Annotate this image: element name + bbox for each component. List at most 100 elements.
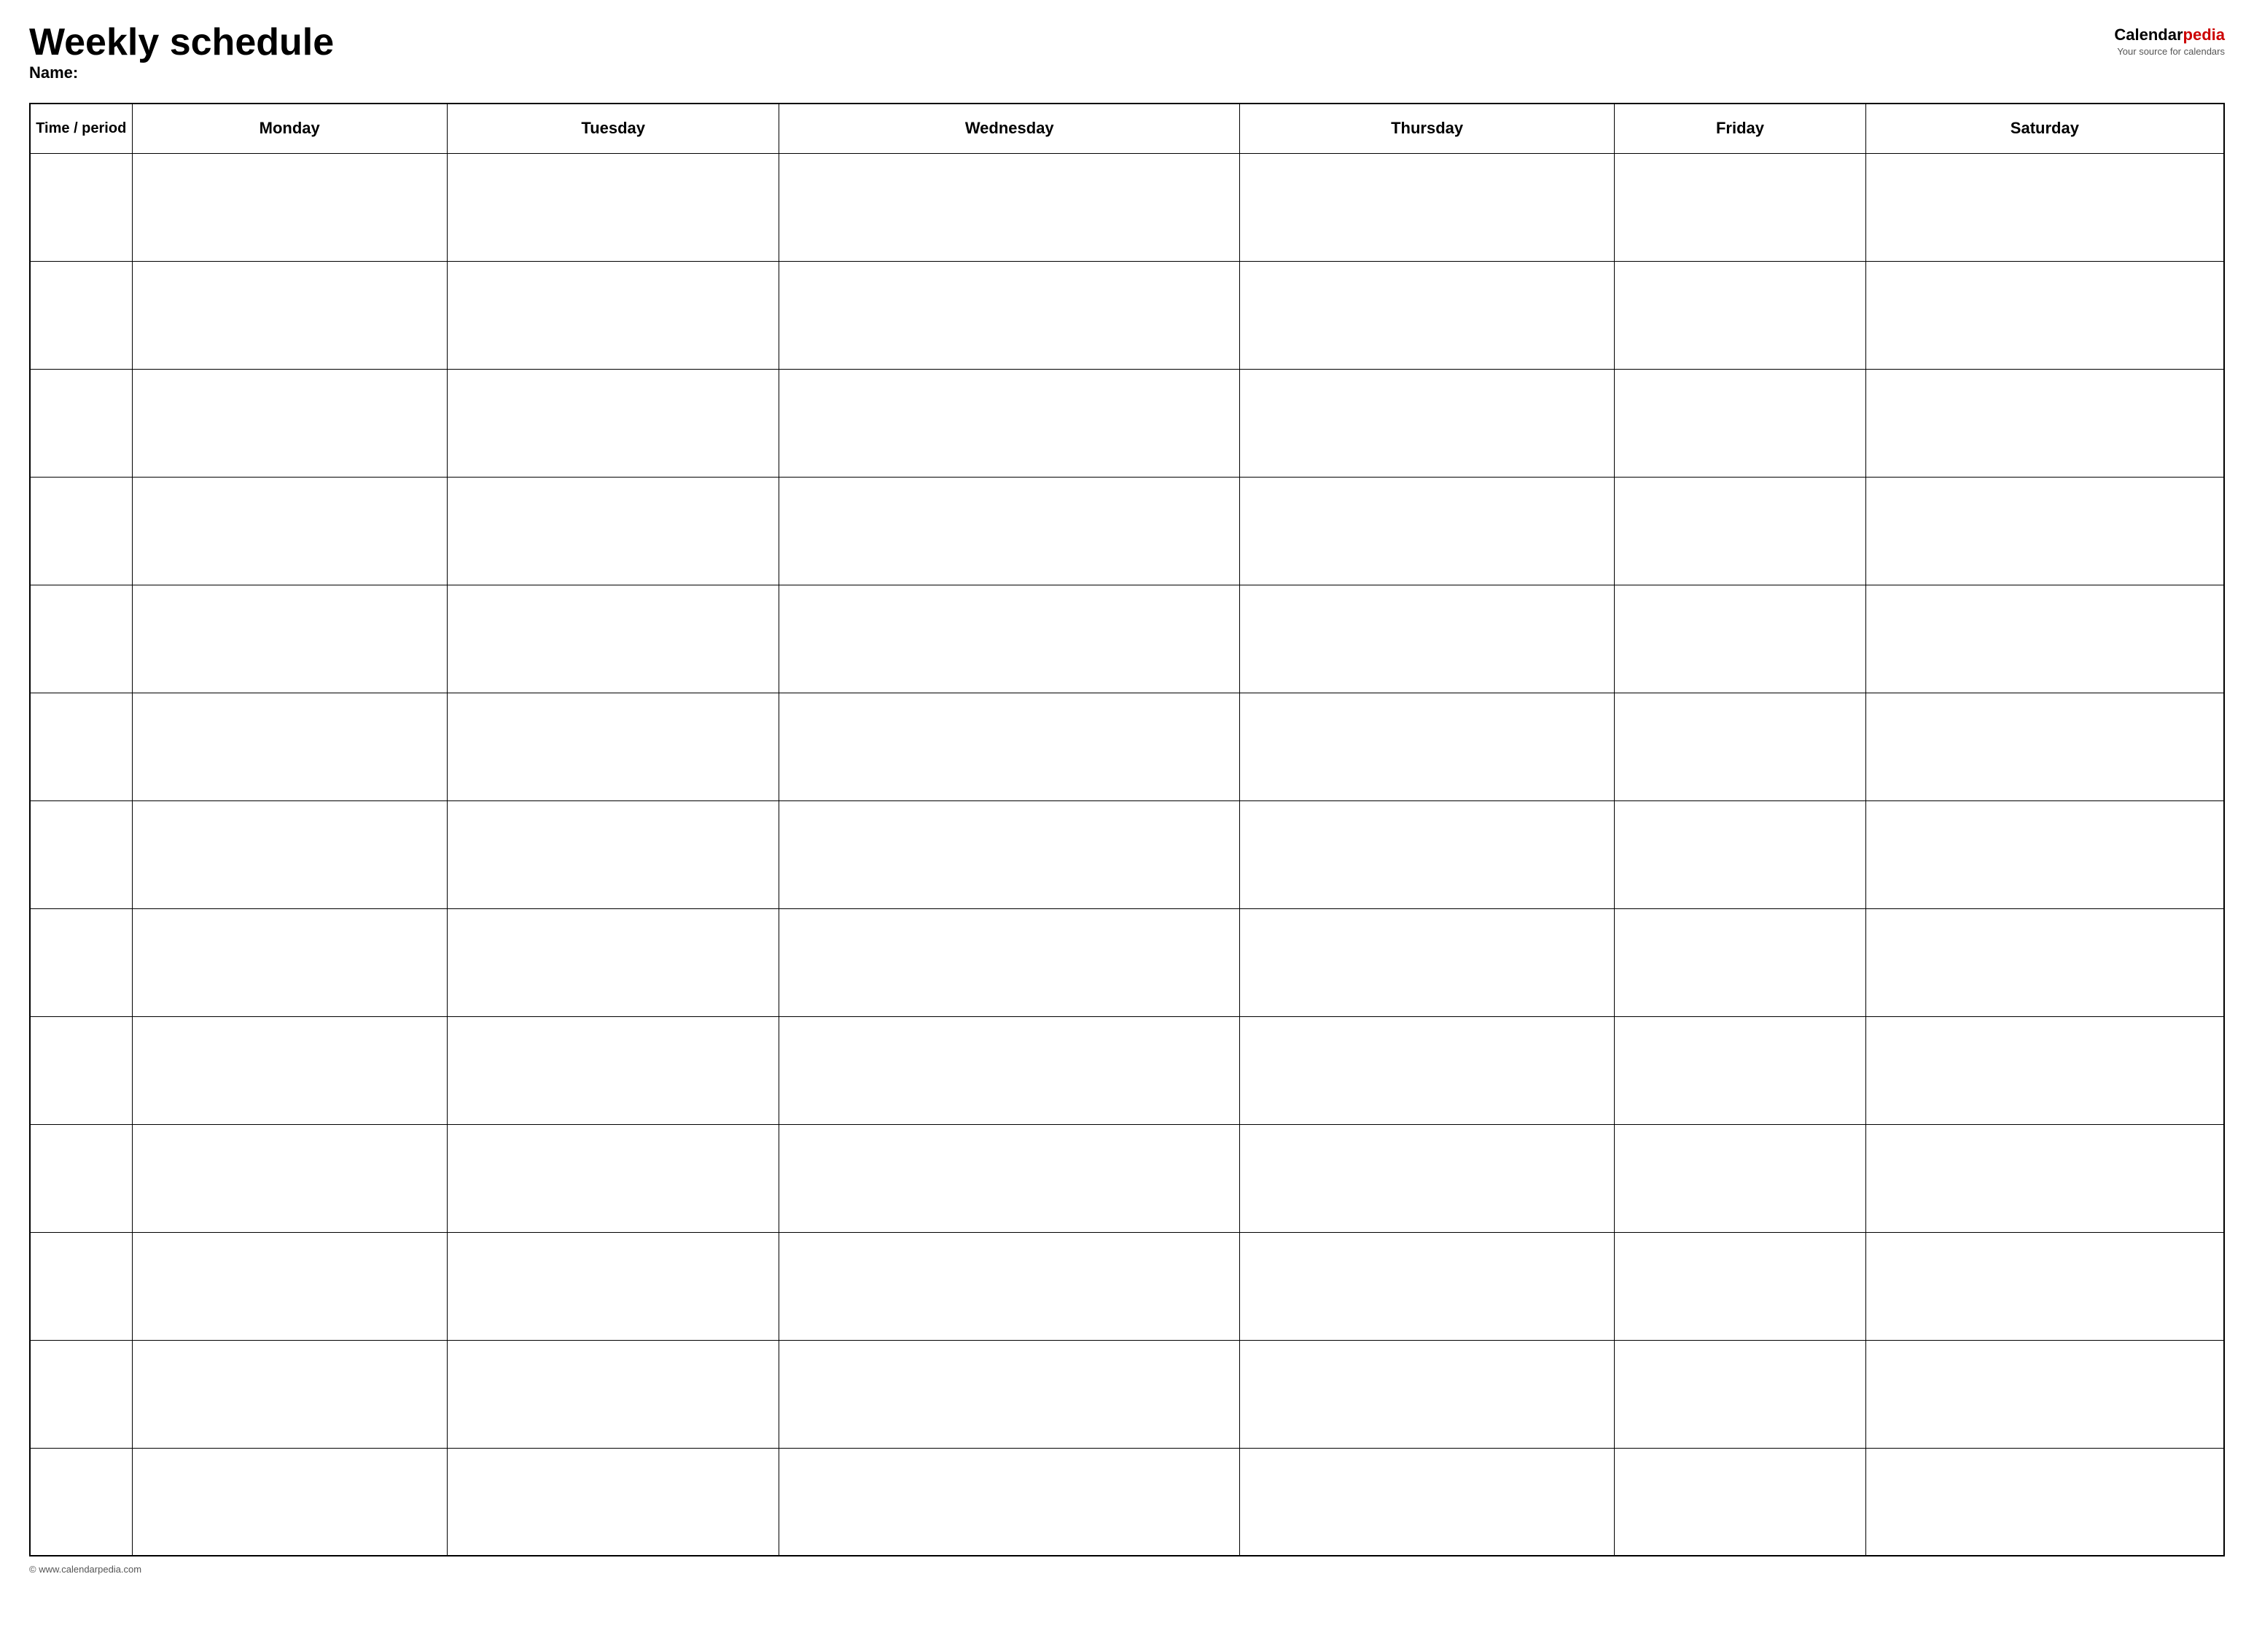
table-cell[interactable]: [779, 693, 1240, 800]
table-cell[interactable]: [447, 585, 779, 693]
table-cell[interactable]: [447, 477, 779, 585]
table-cell[interactable]: [1615, 1016, 1866, 1124]
table-cell[interactable]: [1865, 908, 2224, 1016]
table-cell[interactable]: [132, 1340, 447, 1448]
table-cell[interactable]: [132, 1016, 447, 1124]
table-cell[interactable]: [1615, 800, 1866, 908]
table-cell[interactable]: [1865, 585, 2224, 693]
table-cell[interactable]: [447, 693, 779, 800]
col-header-monday: Monday: [132, 104, 447, 153]
table-cell[interactable]: [779, 585, 1240, 693]
table-row: [30, 1448, 2224, 1556]
table-cell[interactable]: [447, 369, 779, 477]
table-cell[interactable]: [1615, 1448, 1866, 1556]
logo: Calendarpedia Your source for calendars: [2114, 26, 2225, 57]
table-row: [30, 261, 2224, 369]
table-cell[interactable]: [30, 261, 132, 369]
table-cell[interactable]: [30, 800, 132, 908]
table-cell[interactable]: [30, 1340, 132, 1448]
table-row: [30, 1124, 2224, 1232]
table-cell[interactable]: [1615, 261, 1866, 369]
table-cell[interactable]: [779, 1340, 1240, 1448]
table-cell[interactable]: [1615, 369, 1866, 477]
col-header-friday: Friday: [1615, 104, 1866, 153]
table-cell[interactable]: [447, 261, 779, 369]
table-cell[interactable]: [132, 261, 447, 369]
table-cell[interactable]: [447, 1232, 779, 1340]
table-cell[interactable]: [447, 1448, 779, 1556]
table-cell[interactable]: [779, 908, 1240, 1016]
table-cell[interactable]: [1615, 1232, 1866, 1340]
table-cell[interactable]: [30, 369, 132, 477]
table-cell[interactable]: [1615, 908, 1866, 1016]
table-cell[interactable]: [1240, 1232, 1615, 1340]
table-cell[interactable]: [447, 1016, 779, 1124]
table-cell[interactable]: [1240, 369, 1615, 477]
table-cell[interactable]: [1240, 1016, 1615, 1124]
table-cell[interactable]: [132, 369, 447, 477]
table-cell[interactable]: [1865, 1340, 2224, 1448]
table-cell[interactable]: [447, 908, 779, 1016]
table-cell[interactable]: [1615, 153, 1866, 261]
table-cell[interactable]: [1240, 1448, 1615, 1556]
table-cell[interactable]: [1865, 153, 2224, 261]
table-cell[interactable]: [132, 908, 447, 1016]
table-cell[interactable]: [447, 800, 779, 908]
table-cell[interactable]: [779, 1016, 1240, 1124]
table-cell[interactable]: [1865, 1016, 2224, 1124]
table-cell[interactable]: [1865, 1232, 2224, 1340]
table-cell[interactable]: [30, 1448, 132, 1556]
table-cell[interactable]: [1865, 477, 2224, 585]
table-cell[interactable]: [779, 800, 1240, 908]
table-cell[interactable]: [1240, 477, 1615, 585]
table-cell[interactable]: [1865, 369, 2224, 477]
table-cell[interactable]: [447, 153, 779, 261]
table-cell[interactable]: [1240, 153, 1615, 261]
table-cell[interactable]: [779, 1124, 1240, 1232]
table-cell[interactable]: [1615, 693, 1866, 800]
table-cell[interactable]: [779, 369, 1240, 477]
table-cell[interactable]: [132, 1232, 447, 1340]
table-cell[interactable]: [132, 585, 447, 693]
table-cell[interactable]: [779, 1448, 1240, 1556]
table-cell[interactable]: [1865, 261, 2224, 369]
table-cell[interactable]: [1615, 1124, 1866, 1232]
table-cell[interactable]: [1615, 1340, 1866, 1448]
table-row: [30, 908, 2224, 1016]
table-cell[interactable]: [1240, 1124, 1615, 1232]
table-cell[interactable]: [447, 1124, 779, 1232]
table-cell[interactable]: [1240, 908, 1615, 1016]
table-cell[interactable]: [779, 261, 1240, 369]
table-cell[interactable]: [1865, 1124, 2224, 1232]
table-cell[interactable]: [30, 1016, 132, 1124]
table-cell[interactable]: [30, 153, 132, 261]
table-cell[interactable]: [30, 1124, 132, 1232]
table-cell[interactable]: [1240, 261, 1615, 369]
table-cell[interactable]: [1615, 477, 1866, 585]
table-cell[interactable]: [30, 908, 132, 1016]
table-cell[interactable]: [132, 1124, 447, 1232]
table-cell[interactable]: [1865, 800, 2224, 908]
table-cell[interactable]: [1240, 1340, 1615, 1448]
table-cell[interactable]: [779, 153, 1240, 261]
table-cell[interactable]: [1240, 585, 1615, 693]
table-cell[interactable]: [132, 153, 447, 261]
table-cell[interactable]: [779, 1232, 1240, 1340]
table-cell[interactable]: [1240, 693, 1615, 800]
table-row: [30, 1016, 2224, 1124]
table-cell[interactable]: [30, 477, 132, 585]
table-cell[interactable]: [779, 477, 1240, 585]
table-cell[interactable]: [1240, 800, 1615, 908]
table-cell[interactable]: [1615, 585, 1866, 693]
table-cell[interactable]: [132, 1448, 447, 1556]
table-cell[interactable]: [447, 1340, 779, 1448]
table-cell[interactable]: [132, 693, 447, 800]
table-cell[interactable]: [30, 693, 132, 800]
table-cell[interactable]: [30, 585, 132, 693]
table-cell[interactable]: [1865, 1448, 2224, 1556]
table-cell[interactable]: [30, 1232, 132, 1340]
footer: © www.calendarpedia.com: [29, 1564, 2225, 1575]
table-cell[interactable]: [132, 477, 447, 585]
table-cell[interactable]: [132, 800, 447, 908]
table-cell[interactable]: [1865, 693, 2224, 800]
